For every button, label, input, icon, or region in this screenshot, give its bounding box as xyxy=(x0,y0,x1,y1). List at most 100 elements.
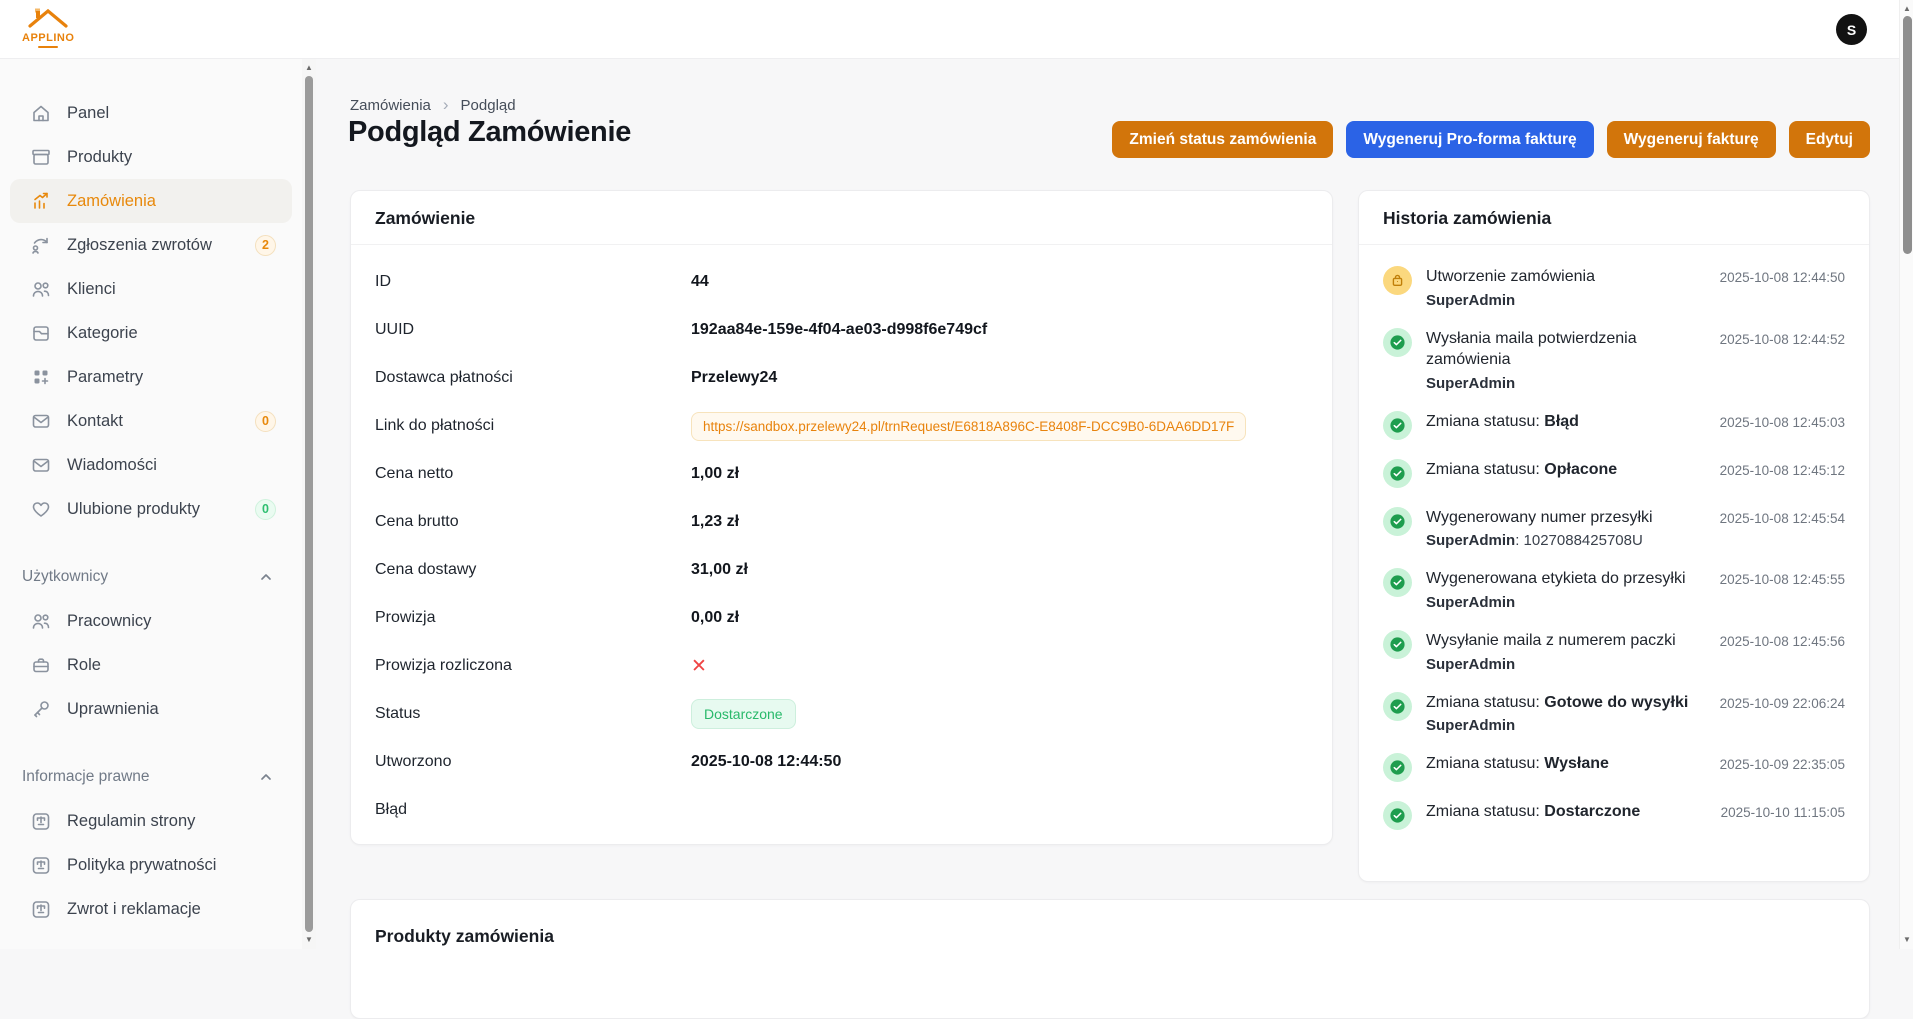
sidebar-item-label: Ulubione produkty xyxy=(67,500,200,519)
order-row-commission-settled: Prowizja rozliczona ✕ xyxy=(351,642,1332,690)
history-timestamp: 2025-10-08 12:44:50 xyxy=(1720,266,1845,309)
user-avatar[interactable]: S xyxy=(1836,14,1867,45)
sidebar-item-kategorie[interactable]: Kategorie xyxy=(10,311,292,355)
sidebar-item-panel[interactable]: Panel xyxy=(10,91,292,135)
sidebar-item-polityka-prywatnosci[interactable]: Polityka prywatności xyxy=(10,843,292,887)
order-row-error: Błąd xyxy=(351,786,1332,834)
row-value: 192aa84e-159e-4f04-ae03-d998f6e749cf xyxy=(691,321,987,339)
check-circle-icon xyxy=(1383,328,1412,357)
history-timestamp: 2025-10-08 12:45:03 xyxy=(1720,411,1845,440)
row-value: 31,00 zł xyxy=(691,561,748,579)
chevron-up-icon xyxy=(256,567,276,587)
row-value: 1,00 zł xyxy=(691,465,739,483)
order-products-card: Produkty zamówienia xyxy=(350,899,1870,1019)
sidebar-scrollbar-thumb[interactable] xyxy=(305,76,313,932)
sidebar-item-wiadomosci[interactable]: Wiadomości xyxy=(10,443,292,487)
sidebar-section-informacje-prawne[interactable]: Informacje prawne xyxy=(10,755,292,799)
home-icon xyxy=(30,102,52,124)
products-box-icon xyxy=(30,146,52,168)
check-circle-icon xyxy=(1383,411,1412,440)
sidebar-item-role[interactable]: Role xyxy=(10,643,292,687)
order-row-net-price: Cena netto 1,00 zł xyxy=(351,450,1332,498)
change-order-status-button[interactable]: Zmień status zamówienia xyxy=(1112,121,1333,158)
history-timestamp: 2025-10-08 12:45:56 xyxy=(1720,630,1845,673)
row-label: Cena netto xyxy=(375,465,691,483)
applino-logo[interactable]: APPLINO xyxy=(22,6,74,48)
users-icon xyxy=(30,278,52,300)
row-label: Prowizja xyxy=(375,609,691,627)
order-details-card: Zamówienie ID 44 UUID 192aa84e-159e-4f04… xyxy=(350,190,1333,845)
returns-count-badge: 2 xyxy=(255,235,276,256)
order-row-status: Status Dostarczone xyxy=(351,690,1332,738)
history-item: Wysłania maila potwierdzenia zamówienia … xyxy=(1383,328,1845,392)
legal-scale-icon xyxy=(30,810,52,832)
row-label: Link do płatności xyxy=(375,417,691,435)
edit-button[interactable]: Edytuj xyxy=(1789,121,1870,158)
scroll-down-arrow-icon[interactable]: ▼ xyxy=(1900,934,1913,946)
status-badge: Dostarczone xyxy=(691,699,796,729)
history-item: Wygenerowany numer przesyłki SuperAdmin:… xyxy=(1383,507,1845,550)
history-item: Utworzenie zamówienia SuperAdmin 2025-10… xyxy=(1383,266,1845,309)
row-value: 2025-10-08 12:44:50 xyxy=(691,753,841,771)
generate-proforma-invoice-button[interactable]: Wygeneruj Pro-forma fakturę xyxy=(1346,121,1593,158)
row-label: ID xyxy=(375,273,691,291)
sidebar-item-kontakt[interactable]: Kontakt 0 xyxy=(10,399,292,443)
logo-text: APPLINO xyxy=(22,33,74,43)
sidebar-gap xyxy=(0,731,302,755)
sidebar-item-produkty[interactable]: Produkty xyxy=(10,135,292,179)
history-item: Zmiana statusu: Wysłane 2025-10-09 22:35… xyxy=(1383,753,1845,782)
check-circle-icon xyxy=(1383,568,1412,597)
sidebar-item-label: Pracownicy xyxy=(67,612,151,631)
order-created-bag-icon xyxy=(1383,266,1412,295)
history-item: Zmiana statusu: Gotowe do wysyłki SuperA… xyxy=(1383,692,1845,735)
favorites-count-badge: 0 xyxy=(255,499,276,520)
scroll-up-arrow-icon[interactable]: ▲ xyxy=(1900,3,1913,15)
order-row-gross-price: Cena brutto 1,23 zł xyxy=(351,498,1332,546)
sidebar-item-label: Regulamin strony xyxy=(67,812,195,831)
sidebar-item-label: Kategorie xyxy=(67,324,138,343)
row-label: Cena dostawy xyxy=(375,561,691,579)
sidebar-section-uzytkownicy[interactable]: Użytkownicy xyxy=(10,555,292,599)
order-card-title: Zamówienie xyxy=(351,191,1332,245)
briefcase-icon xyxy=(30,654,52,676)
breadcrumb-podglad[interactable]: Podgląd xyxy=(461,97,516,114)
sidebar-item-label: Panel xyxy=(67,104,109,123)
sidebar-item-zamowienia[interactable]: Zamówienia xyxy=(10,179,292,223)
sidebar-scrollbar[interactable]: ▲ ▼ xyxy=(302,59,316,949)
page-scrollbar[interactable]: ▲ ▼ xyxy=(1899,0,1913,949)
check-circle-icon xyxy=(1383,459,1412,488)
history-timestamp: 2025-10-08 12:45:54 xyxy=(1720,507,1845,550)
chevron-up-icon xyxy=(256,767,276,787)
sidebar-item-label: Role xyxy=(67,656,101,675)
parameters-grid-icon xyxy=(30,366,52,388)
history-item: Zmiana statusu: Dostarczone 2025-10-10 1… xyxy=(1383,801,1845,830)
row-label: Cena brutto xyxy=(375,513,691,531)
history-timestamp: 2025-10-09 22:35:05 xyxy=(1720,753,1845,782)
categories-icon xyxy=(30,322,52,344)
sidebar-item-klienci[interactable]: Klienci xyxy=(10,267,292,311)
history-item: Zmiana statusu: Błąd 2025-10-08 12:45:03 xyxy=(1383,411,1845,440)
row-value: 1,23 zł xyxy=(691,513,739,531)
sidebar-item-zgloszenia-zwrotow[interactable]: Zgłoszenia zwrotów 2 xyxy=(10,223,292,267)
order-rows: ID 44 UUID 192aa84e-159e-4f04-ae03-d998f… xyxy=(351,245,1332,834)
sidebar-item-uprawnienia[interactable]: Uprawnienia xyxy=(10,687,292,731)
order-row-payment-link: Link do płatności https://sandbox.przele… xyxy=(351,402,1332,450)
generate-invoice-button[interactable]: Wygeneruj fakturę xyxy=(1607,121,1776,158)
payment-link[interactable]: https://sandbox.przelewy24.pl/trnRequest… xyxy=(691,412,1246,441)
sidebar-item-parametry[interactable]: Parametry xyxy=(10,355,292,399)
scroll-up-arrow-icon[interactable]: ▲ xyxy=(302,62,316,74)
sidebar-item-ulubione-produkty[interactable]: Ulubione produkty 0 xyxy=(10,487,292,531)
page-scrollbar-thumb[interactable] xyxy=(1903,16,1912,254)
row-value: Przelewy24 xyxy=(691,369,777,387)
logo-underline xyxy=(38,46,58,48)
breadcrumb-zamowienia[interactable]: Zamówienia xyxy=(350,97,431,114)
sidebar-item-label: Wiadomości xyxy=(67,456,157,475)
order-row-id: ID 44 xyxy=(351,258,1332,306)
row-label: Prowizja rozliczona xyxy=(375,657,691,675)
history-timestamp: 2025-10-10 11:15:05 xyxy=(1721,801,1845,830)
scroll-down-arrow-icon[interactable]: ▼ xyxy=(302,934,316,946)
sidebar-item-regulamin-strony[interactable]: Regulamin strony xyxy=(10,799,292,843)
sidebar-item-pracownicy[interactable]: Pracownicy xyxy=(10,599,292,643)
order-row-uuid: UUID 192aa84e-159e-4f04-ae03-d998f6e749c… xyxy=(351,306,1332,354)
sidebar-item-zwrot-i-reklamacje[interactable]: Zwrot i reklamacje xyxy=(10,887,292,931)
